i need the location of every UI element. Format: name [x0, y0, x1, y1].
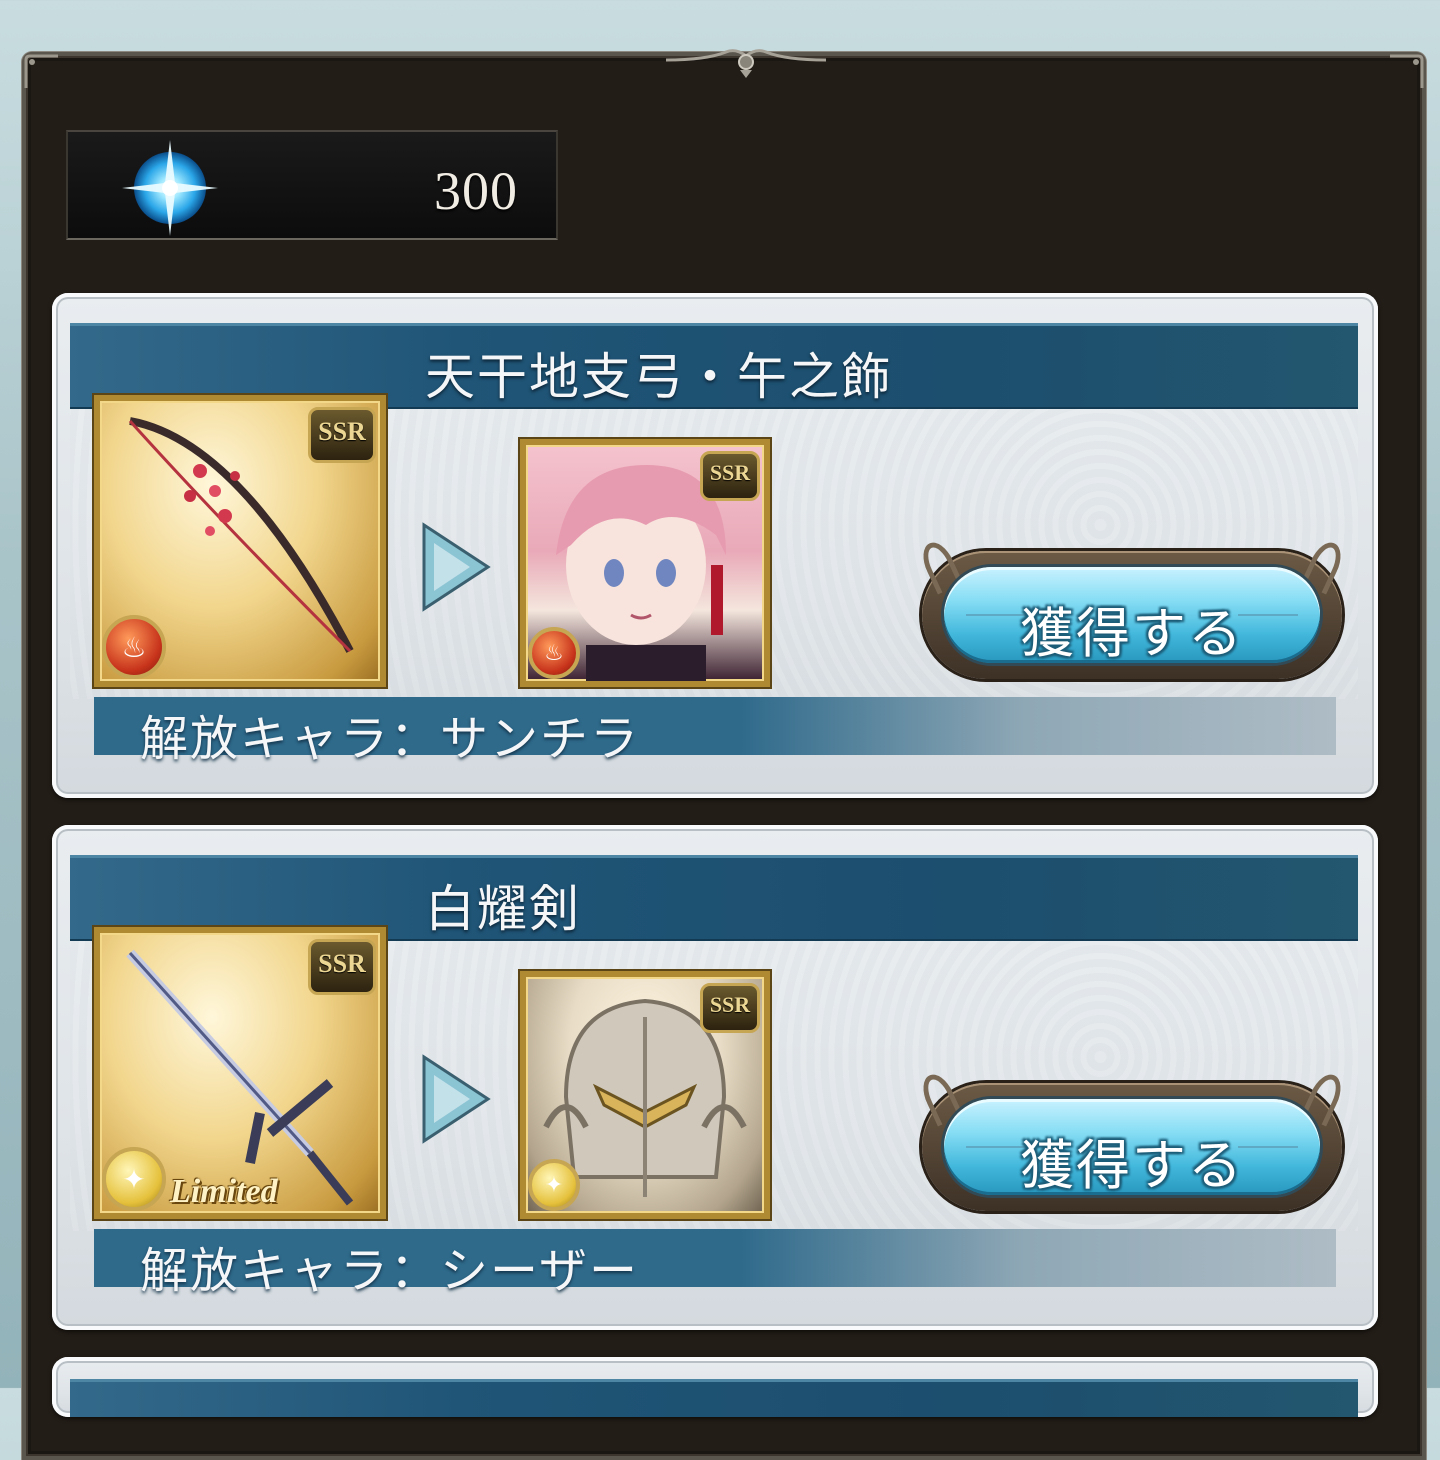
weapon-icon[interactable]: SSR ✦ Limited	[94, 927, 386, 1219]
currency-display: 300	[66, 130, 558, 240]
obtain-button[interactable]: 獲得する	[916, 537, 1348, 693]
weapon-icon[interactable]: SSR ♨	[94, 395, 386, 687]
rarity-badge: SSR	[308, 939, 376, 995]
character-icon[interactable]: SSR ✦	[520, 971, 770, 1219]
light-element-icon: ✦	[528, 1159, 580, 1211]
light-element-icon: ✦	[102, 1147, 166, 1211]
frame-top-ornament	[666, 48, 826, 78]
frame-corner-ornament	[24, 54, 58, 88]
fire-element-icon: ♨	[102, 615, 166, 679]
fire-element-icon: ♨	[528, 627, 580, 679]
obtain-button[interactable]: 獲得する	[916, 1069, 1348, 1225]
weapon-card: 白耀剣 SSR ✦ Limited SSR ✦ 獲得する 解放キャラ：シーザー	[52, 825, 1378, 1330]
arrow-right-icon	[422, 522, 491, 612]
weapon-name: 白耀剣	[425, 880, 581, 938]
rarity-badge: SSR	[308, 407, 376, 463]
weapon-card	[52, 1357, 1378, 1417]
weapon-card: 天干地支弓・午之飾 SSR ♨ SSR ♨ 獲得する 解放キャラ：サンチラ	[52, 293, 1378, 798]
limited-badge: Limited	[170, 1173, 278, 1210]
release-character-bar: 解放キャラ：シーザー	[94, 1229, 1336, 1299]
rarity-badge: SSR	[700, 451, 760, 501]
release-character-text: 解放キャラ：シーザー	[140, 1243, 640, 1299]
release-character-bar: 解放キャラ：サンチラ	[94, 697, 1336, 767]
obtain-button-label: 獲得する	[1020, 602, 1244, 665]
release-character-text: 解放キャラ：サンチラ	[140, 711, 641, 767]
character-icon[interactable]: SSR ♨	[520, 439, 770, 687]
weapon-name: 天干地支弓・午之飾	[425, 348, 893, 406]
crystal-icon	[122, 140, 218, 236]
frame-corner-ornament	[1390, 54, 1424, 88]
card-header	[70, 1379, 1358, 1417]
obtain-button-label: 獲得する	[1020, 1134, 1244, 1197]
arrow-right-icon	[422, 1054, 491, 1144]
crystal-amount: 300	[434, 161, 518, 221]
rarity-badge: SSR	[700, 983, 760, 1033]
